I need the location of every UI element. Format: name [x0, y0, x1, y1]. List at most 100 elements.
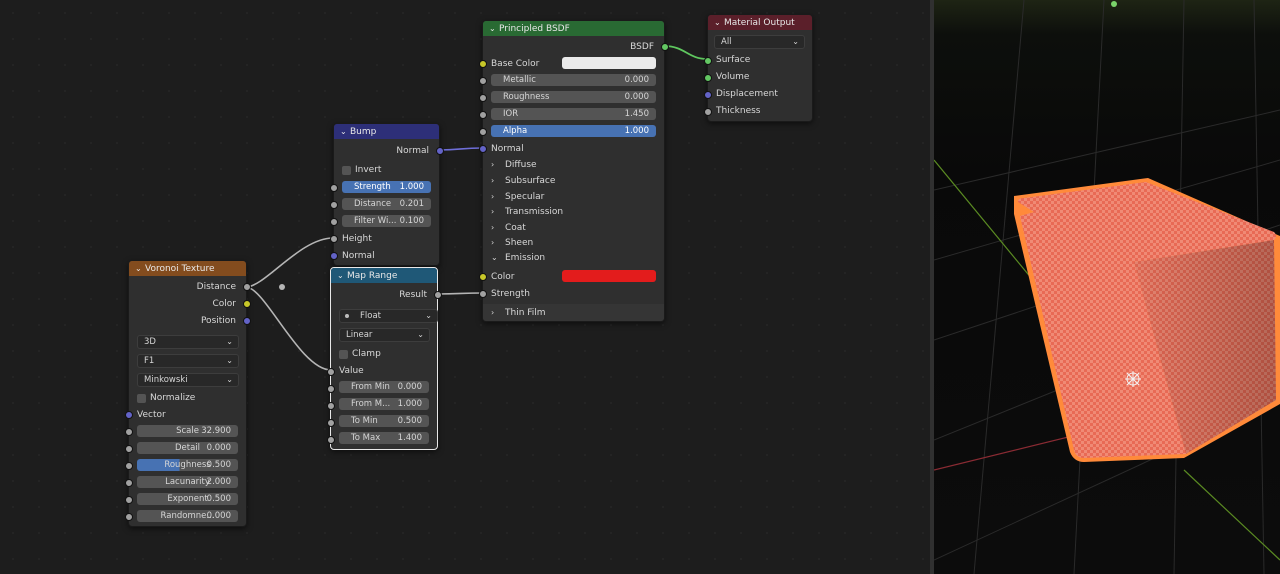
distance-field[interactable]: Distance 0.201: [342, 198, 431, 210]
vector-socket[interactable]: [125, 411, 133, 419]
chevron-down-icon[interactable]: ⌄: [337, 268, 347, 283]
to-max-socket[interactable]: [327, 436, 335, 444]
ior-socket[interactable]: [479, 111, 487, 119]
randomness-socket[interactable]: [125, 513, 133, 521]
bsdf-header[interactable]: ⌄ Principled BSDF: [483, 21, 664, 36]
panel-subsurface[interactable]: › Subsurface: [491, 174, 555, 188]
dimensions-dropdown[interactable]: 3D ⌄: [137, 335, 239, 349]
position-socket[interactable]: [243, 317, 251, 325]
chevron-right-icon: ›: [491, 207, 495, 216]
normal-socket[interactable]: [479, 145, 487, 153]
bump-node[interactable]: ⌄ Bump Normal Invert Strength 1.000 Distan…: [330, 123, 444, 266]
metallic-field[interactable]: Metallic 0.000: [491, 74, 656, 86]
chevron-down-icon[interactable]: ⌄: [714, 15, 724, 30]
panel-sheen[interactable]: › Sheen: [491, 236, 533, 250]
chevron-right-icon: ›: [491, 192, 495, 201]
target-dropdown[interactable]: All ⌄: [714, 35, 805, 49]
to-min-socket[interactable]: [327, 419, 335, 427]
chevron-down-icon[interactable]: ⌄: [135, 261, 145, 276]
interpolation-dropdown[interactable]: Linear ⌄: [339, 328, 430, 342]
invert-checkbox[interactable]: [342, 166, 351, 175]
material-output-header[interactable]: ⌄ Material Output: [708, 15, 812, 30]
normalize-checkbox[interactable]: [137, 394, 146, 403]
emission-strength-socket[interactable]: [479, 290, 487, 298]
material-output-node[interactable]: ⌄ Material Output All ⌄ Surface Volume Dis…: [704, 14, 813, 122]
value-socket[interactable]: [327, 368, 335, 376]
bump-header[interactable]: ⌄ Bump: [334, 124, 439, 139]
surface-socket[interactable]: [704, 57, 712, 65]
result-socket[interactable]: [434, 291, 442, 299]
map-range-node[interactable]: ⌄ Map Range Result Float ⌄ Linear ⌄ Clamp V…: [327, 267, 442, 450]
voronoi-texture-node[interactable]: ⌄ Voronoi Texture Distance Color Position…: [125, 260, 251, 527]
panel-thin-film[interactable]: › Thin Film: [483, 304, 664, 321]
to-max-field[interactable]: To Max 1.400: [339, 432, 429, 444]
base-color-swatch[interactable]: [562, 57, 656, 69]
voronoi-title: Voronoi Texture: [145, 264, 215, 274]
panel-transmission[interactable]: › Transmission: [491, 205, 563, 219]
emission-color-socket[interactable]: [479, 273, 487, 281]
base-color-label: Base Color: [491, 59, 540, 69]
height-socket[interactable]: [330, 235, 338, 243]
panel-coat[interactable]: › Coat: [491, 221, 526, 235]
3d-viewport[interactable]: [934, 0, 1280, 574]
chevron-down-icon[interactable]: ⌄: [489, 21, 499, 36]
panel-diffuse[interactable]: › Diffuse: [491, 158, 537, 172]
detail-field[interactable]: Detail 0.000: [137, 442, 238, 454]
strength-socket[interactable]: [330, 184, 338, 192]
feature-dropdown[interactable]: F1 ⌄: [137, 354, 239, 368]
chevron-down-icon[interactable]: ⌄: [340, 124, 350, 139]
lacunarity-field[interactable]: Lacunarity 2.000: [137, 476, 238, 488]
randomness-field[interactable]: Randomne... 0.000: [137, 510, 238, 522]
displacement-socket[interactable]: [704, 91, 712, 99]
filter-width-socket[interactable]: [330, 218, 338, 226]
scale-field[interactable]: Scale 32.900: [137, 425, 238, 437]
from-max-field[interactable]: From M... 1.000: [339, 398, 429, 410]
color-socket[interactable]: [243, 300, 251, 308]
scale-socket[interactable]: [125, 428, 133, 436]
chevron-right-icon: ›: [491, 238, 495, 247]
lacunarity-socket[interactable]: [125, 479, 133, 487]
roughness-field[interactable]: Roughness 0.500: [137, 459, 238, 471]
surface-label: Surface: [716, 55, 751, 65]
alpha-field[interactable]: Alpha 1.000: [491, 125, 656, 137]
map-range-header[interactable]: ⌄ Map Range: [331, 268, 437, 283]
from-max-socket[interactable]: [327, 402, 335, 410]
alpha-socket[interactable]: [479, 128, 487, 136]
bsdf-title: Principled BSDF: [499, 24, 570, 34]
voronoi-header[interactable]: ⌄ Voronoi Texture: [129, 261, 246, 276]
ior-field[interactable]: IOR 1.450: [491, 108, 656, 120]
metric-value: Minkowski: [144, 375, 188, 385]
distance-metric-dropdown[interactable]: Minkowski ⌄: [137, 373, 239, 387]
exponent-field[interactable]: Exponent 0.500: [137, 493, 238, 505]
to-min-field[interactable]: To Min 0.500: [339, 415, 429, 427]
emission-color-swatch[interactable]: [562, 270, 656, 282]
roughness-field[interactable]: Roughness 0.000: [491, 91, 656, 103]
bump-normal-in-socket[interactable]: [330, 252, 338, 260]
from-min-field[interactable]: From Min 0.000: [339, 381, 429, 393]
from-min-socket[interactable]: [327, 385, 335, 393]
bsdf-out-socket[interactable]: [661, 43, 669, 51]
data-type-dropdown[interactable]: Float ⌄: [339, 309, 438, 323]
base-color-socket[interactable]: [479, 60, 487, 68]
panel-specular-label: Specular: [505, 192, 545, 202]
principled-bsdf-node[interactable]: ⌄ Principled BSDF BSDF Base Color Metalli…: [479, 20, 669, 322]
displacement-label: Displacement: [716, 89, 778, 99]
clamp-checkbox[interactable]: [339, 350, 348, 359]
exponent-socket[interactable]: [125, 496, 133, 504]
volume-socket[interactable]: [704, 74, 712, 82]
cube-mesh: [1014, 178, 1280, 462]
distance-socket[interactable]: [243, 283, 251, 291]
distance-socket[interactable]: [330, 201, 338, 209]
roughness-socket[interactable]: [479, 94, 487, 102]
filter-width-field[interactable]: Filter Wi... 0.100: [342, 215, 431, 227]
roughness-socket[interactable]: [125, 462, 133, 470]
strength-field[interactable]: Strength 1.000: [342, 181, 431, 193]
thickness-socket[interactable]: [704, 108, 712, 116]
panel-specular[interactable]: › Specular: [491, 190, 544, 204]
detail-socket[interactable]: [125, 445, 133, 453]
panel-emission[interactable]: ⌄ Emission: [491, 251, 545, 265]
metallic-socket[interactable]: [479, 77, 487, 85]
shader-node-editor[interactable]: ⌄ Voronoi Texture Distance Color Position…: [0, 0, 930, 574]
bump-normal-out-socket[interactable]: [436, 147, 444, 155]
material-output-title: Material Output: [724, 18, 795, 28]
